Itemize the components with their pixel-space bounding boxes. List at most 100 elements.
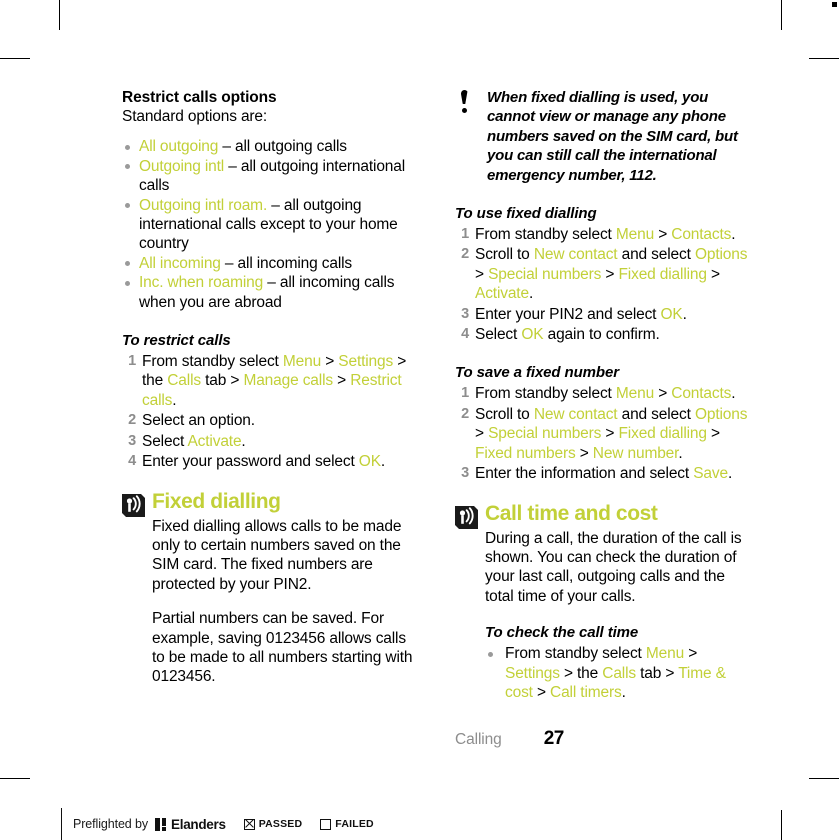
ui-term: New contact (533, 246, 618, 264)
step-text: From standby select (475, 385, 616, 403)
step-text: tab > (200, 372, 244, 390)
to-check-the-call-time-title: To check the call time (485, 624, 639, 642)
ui-term: OK (358, 453, 381, 471)
step-number: 4 (128, 453, 136, 470)
procedure-step: 1 From standby select Menu > Contacts. (455, 384, 755, 403)
step-number: 3 (128, 432, 136, 449)
step-text: . (731, 226, 736, 244)
ui-term: Outgoing intl (139, 157, 225, 175)
ui-term: Special numbers (488, 265, 602, 283)
step-text: > (654, 226, 672, 244)
ui-term: Fixed dialling (618, 425, 707, 443)
list-item: Outgoing intl – all outgoing internation… (122, 157, 422, 196)
ui-term: Options (694, 246, 748, 264)
failed-checkbox-box[interactable] (320, 818, 332, 830)
left-column: Restrict calls options Standard options … (122, 88, 422, 687)
step-text: Select an option. (142, 412, 255, 430)
step-text: . (528, 285, 534, 303)
ui-term: Manage calls (243, 372, 333, 390)
procedure-step: 3 Enter your PIN2 and select OK. (455, 305, 755, 324)
ui-term: Options (694, 405, 748, 423)
list-item: All outgoing – all outgoing calls (122, 137, 422, 156)
step-text: and select (617, 246, 695, 264)
right-column: When fixed dialling is used, you cannot … (455, 88, 755, 703)
page-footer: Calling 27 (455, 728, 755, 750)
procedure-step: 2 Select an option. (122, 411, 422, 430)
procedure-step: 4 Select OK again to confirm. (455, 325, 755, 344)
ui-term: New number (592, 444, 679, 462)
step-number: 3 (461, 465, 469, 482)
ui-term: Fixed numbers (475, 444, 576, 462)
step-text: > the (559, 664, 603, 682)
fixed-dialling-paragraph-2: Partial numbers can be saved. For exampl… (152, 610, 413, 686)
step-number: 1 (461, 385, 469, 402)
list-item-description: – all incoming calls (220, 254, 353, 272)
step-text: > (706, 425, 720, 443)
ui-term: New contact (533, 405, 618, 423)
step-number: 1 (128, 353, 136, 370)
restrict-calls-options-heading: Restrict calls options (122, 89, 277, 106)
elanders-logo-mark (155, 817, 168, 831)
step-text: From standby select (475, 226, 616, 244)
step-text: Select (475, 326, 522, 344)
step-number: 2 (128, 412, 136, 429)
fixed-dialling-note: When fixed dialling is used, you cannot … (455, 88, 755, 185)
step-text: > (575, 444, 593, 462)
to-save-a-fixed-number-title: To save a fixed number (455, 364, 619, 382)
step-text: Scroll to (475, 405, 534, 423)
call-time-and-cost-title: Call time and cost (485, 501, 658, 525)
step-text: > (601, 425, 619, 443)
footer-chapter-label: Calling (455, 731, 502, 748)
ui-term: Settings (338, 353, 394, 371)
ui-term: Inc. when roaming (139, 274, 264, 292)
step-text: . (731, 385, 736, 403)
procedure-step: 4 Enter your password and select OK. (122, 452, 422, 471)
ui-term: Menu (645, 645, 685, 663)
preflight-failed-checkbox[interactable]: FAILED (320, 818, 374, 830)
passed-checkbox-box[interactable] (243, 818, 255, 830)
elanders-logo: Elanders (155, 817, 226, 832)
list-item: Inc. when roaming – all incoming calls w… (122, 273, 422, 312)
manual-page: Restrict calls options Standard options … (0, 0, 839, 840)
signal-antenna-icon (455, 505, 478, 529)
procedure-step: From standby select Menu > Settings > th… (485, 644, 755, 702)
step-text: > (321, 353, 339, 371)
step-text: Enter your PIN2 and select (475, 305, 661, 323)
to-restrict-calls-steps: 1 From standby select Menu > Settings > t… (122, 352, 422, 471)
ui-term: Calls (602, 664, 636, 682)
to-restrict-calls-title: To restrict calls (122, 332, 231, 350)
step-number: 2 (461, 405, 469, 422)
call-time-and-cost-paragraph-1: During a call, the duration of the call … (485, 529, 742, 605)
preflight-label: Preflighted by (73, 817, 149, 831)
to-use-fixed-dialling-steps: 1 From standby select Menu > Contacts. 2 Sc… (455, 225, 755, 344)
step-text: > (706, 265, 720, 283)
step-text: again to confirm. (543, 326, 660, 344)
step-text: From standby select (505, 645, 646, 663)
signal-antenna-icon (122, 493, 145, 517)
step-text: . (727, 465, 733, 483)
procedure-step: 3 Enter the information and select Save. (455, 464, 755, 483)
step-text: From standby select (142, 353, 283, 371)
ui-term: OK (660, 305, 683, 323)
ui-term: Activate (187, 432, 242, 450)
ui-term: Menu (282, 353, 322, 371)
ui-term: All incoming (139, 254, 221, 272)
step-text: Enter your password and select (142, 453, 359, 471)
ui-term: Save (693, 465, 728, 483)
to-check-the-call-time-steps: From standby select Menu > Settings > th… (485, 644, 755, 702)
failed-label: FAILED (335, 818, 374, 830)
fixed-dialling-paragraph-1: Fixed dialling allows calls to be made o… (152, 517, 402, 593)
to-save-a-fixed-number-steps: 1 From standby select Menu > Contacts. 2 Sc… (455, 384, 755, 483)
ui-term: Special numbers (488, 425, 602, 443)
procedure-step: 2 Scroll to New contact and select Option… (455, 245, 755, 303)
step-text: Enter the information and select (475, 465, 694, 483)
step-text: > (475, 265, 489, 283)
step-number: 1 (461, 226, 469, 243)
ui-term: Call timers (550, 683, 622, 701)
procedure-step: 1 From standby select Menu > Contacts. (455, 225, 755, 244)
standard-options-list: All outgoing – all outgoing calls Outgoin… (122, 137, 422, 312)
restrict-calls-options-intro: Standard options are: (122, 108, 268, 125)
preflight-passed-checkbox[interactable]: PASSED (243, 818, 303, 830)
note-text: When fixed dialling is used, you cannot … (487, 89, 738, 184)
footer-page-number: 27 (543, 728, 565, 749)
